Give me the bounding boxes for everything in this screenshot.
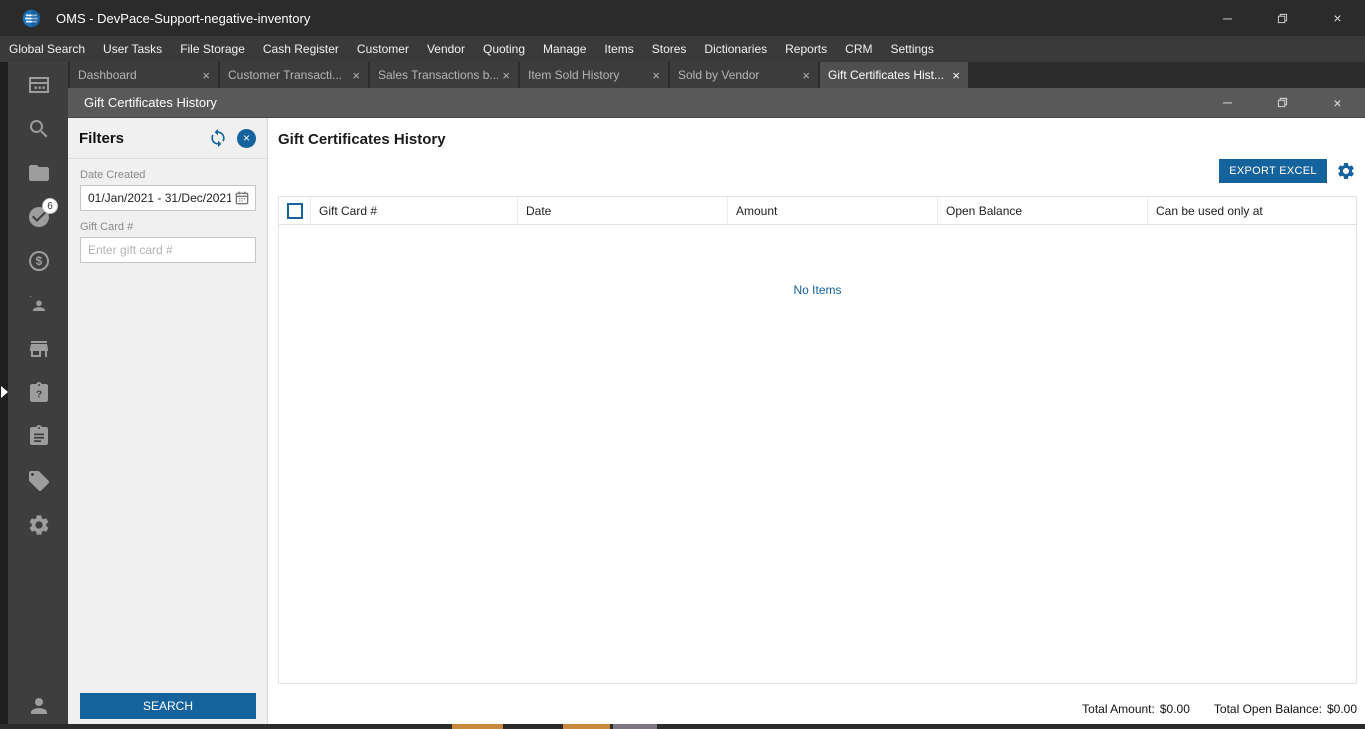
date-created-label: Date Created — [80, 169, 146, 181]
store-icon[interactable] — [27, 337, 51, 361]
taskbar-segment — [563, 724, 610, 729]
select-all-cell — [279, 197, 311, 224]
menu-manage[interactable]: Manage — [534, 36, 595, 62]
tab-close-icon[interactable]: × — [502, 69, 510, 82]
close-icon[interactable]: × — [1310, 88, 1365, 117]
money-icon[interactable]: $ — [27, 249, 51, 273]
filters-heading: Filters — [79, 129, 125, 147]
filters-panel: Filters × Date Created Gift Card # SEARC… — [68, 118, 268, 729]
tab-bar: Dashboard × Customer Transacti... × Sale… — [68, 62, 1365, 88]
empty-table-message: No Items — [793, 283, 842, 297]
tab-close-icon[interactable]: × — [652, 69, 660, 82]
export-excel-button[interactable]: EXPORT EXCEL — [1219, 159, 1327, 183]
menu-file-storage[interactable]: File Storage — [171, 36, 254, 62]
tab-close-icon[interactable]: × — [802, 69, 810, 82]
tab-dashboard[interactable]: Dashboard × — [70, 62, 218, 88]
grid-settings-gear-icon[interactable] — [1336, 161, 1356, 181]
restore-icon[interactable] — [1255, 88, 1310, 117]
total-open-balance-label: Total Open Balance: — [1213, 702, 1322, 716]
window-title: OMS - DevPace-Support-negative-inventory — [56, 10, 311, 26]
table-header-row: Gift Card # Date Amount Open Balance Can… — [279, 197, 1356, 225]
svg-text:?: ? — [36, 390, 42, 401]
tab-close-icon[interactable]: × — [352, 69, 360, 82]
search-button[interactable]: SEARCH — [80, 693, 256, 719]
folder-icon[interactable] — [27, 161, 51, 185]
menu-cash-register[interactable]: Cash Register — [254, 36, 348, 62]
minimize-icon[interactable] — [1200, 0, 1255, 36]
page-title: Gift Certificates History — [278, 131, 446, 148]
menu-crm[interactable]: CRM — [836, 36, 881, 62]
menu-global-search[interactable]: Global Search — [0, 36, 94, 62]
subwindow-controls: × — [1200, 88, 1365, 117]
tab-gift-certificates-history[interactable]: Gift Certificates Hist... × — [820, 62, 968, 88]
settings-icon[interactable] — [27, 513, 51, 537]
user-icon[interactable] — [27, 694, 51, 718]
taskbar-segment — [613, 724, 657, 729]
column-header-gift-card[interactable]: Gift Card # — [311, 197, 518, 224]
menu-reports[interactable]: Reports — [776, 36, 836, 62]
menu-stores[interactable]: Stores — [643, 36, 696, 62]
gift-certificates-table: Gift Card # Date Amount Open Balance Can… — [278, 196, 1357, 684]
app-logo-icon — [22, 9, 41, 28]
customer-card-icon[interactable] — [27, 293, 51, 317]
taskbar-sliver — [0, 724, 1365, 729]
tasks-badge: 6 — [42, 198, 58, 214]
menu-user-tasks[interactable]: User Tasks — [94, 36, 171, 62]
sidebar-expand-arrow-icon[interactable] — [1, 386, 8, 398]
refresh-icon[interactable] — [208, 128, 228, 148]
tab-close-icon[interactable]: × — [202, 69, 210, 82]
menu-vendor[interactable]: Vendor — [418, 36, 474, 62]
date-created-input[interactable] — [80, 185, 256, 211]
calendar-icon[interactable] — [234, 190, 250, 206]
subwindow-title: Gift Certificates History — [84, 95, 217, 110]
select-all-checkbox[interactable] — [286, 202, 303, 219]
tab-sales-transactions[interactable]: Sales Transactions b... × — [370, 62, 518, 88]
search-icon[interactable] — [27, 117, 51, 141]
total-open-balance-value: $0.00 — [1326, 702, 1357, 716]
total-amount-value: $0.00 — [1159, 702, 1190, 716]
clipboard-icon[interactable] — [27, 424, 51, 448]
help-clipboard-icon[interactable]: ? — [27, 381, 51, 405]
subwindow-titlebar: Gift Certificates History × — [68, 88, 1365, 118]
main-content: Gift Certificates History EXPORT EXCEL G… — [268, 118, 1365, 729]
menu-customer[interactable]: Customer — [348, 36, 418, 62]
totals-bar: Total Amount: $0.00 Total Open Balance: … — [1082, 702, 1357, 716]
divider — [68, 158, 267, 159]
tab-item-sold-history[interactable]: Item Sold History × — [520, 62, 668, 88]
restore-icon[interactable] — [1255, 0, 1310, 36]
titlebar: OMS - DevPace-Support-negative-inventory… — [0, 0, 1365, 36]
filters-close-icon[interactable]: × — [237, 128, 256, 148]
menu-dictionaries[interactable]: Dictionaries — [695, 36, 776, 62]
menu-settings[interactable]: Settings — [881, 36, 942, 62]
tab-sold-by-vendor[interactable]: Sold by Vendor × — [670, 62, 818, 88]
column-header-date[interactable]: Date — [518, 197, 728, 224]
icon-sidebar: 6 $ ? — [0, 62, 68, 729]
taskbar-segment — [452, 724, 503, 729]
menu-items[interactable]: Items — [595, 36, 642, 62]
gift-card-label: Gift Card # — [80, 221, 134, 233]
tag-icon[interactable] — [27, 469, 51, 493]
column-header-open-balance[interactable]: Open Balance — [938, 197, 1148, 224]
tab-close-icon[interactable]: × — [952, 69, 960, 82]
close-icon[interactable]: × — [1310, 0, 1365, 36]
menu-quoting[interactable]: Quoting — [474, 36, 534, 62]
menu-bar: Global Search User Tasks File Storage Ca… — [0, 36, 1365, 62]
total-amount-label: Total Amount: — [1082, 702, 1155, 716]
column-header-can-be-used-only-at[interactable]: Can be used only at — [1148, 197, 1356, 224]
column-header-amount[interactable]: Amount — [728, 197, 938, 224]
svg-text:$: $ — [36, 254, 43, 268]
window-controls: × — [1200, 0, 1365, 36]
dashboard-icon[interactable] — [27, 73, 51, 97]
tab-customer-transactions[interactable]: Customer Transacti... × — [220, 62, 368, 88]
gift-card-input[interactable] — [80, 237, 256, 263]
minimize-icon[interactable] — [1200, 88, 1255, 117]
